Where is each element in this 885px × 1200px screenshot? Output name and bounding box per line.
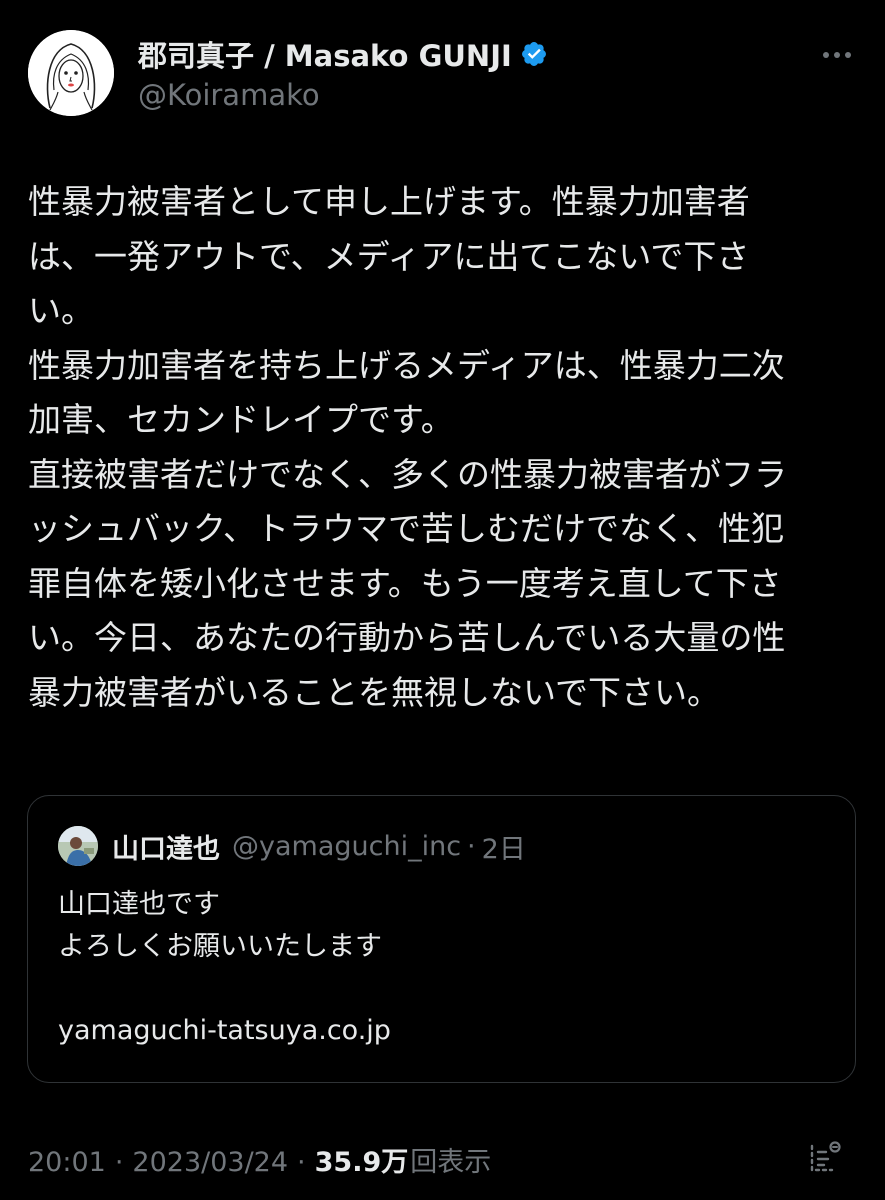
tweet-text: 性暴力被害者として申し上げます。性暴力加害者 は、一発アウトで、メディアに出てこ… (28, 175, 858, 720)
tweet-meta: 20:01 · 2023/03/24 · 35.9万 回表示 (28, 1140, 491, 1179)
tweet-text-line: 性暴力加害者を持ち上げるメディアは、性暴力二次 (28, 345, 785, 385)
views-count[interactable]: 35.9万 (315, 1140, 409, 1179)
author-name-row[interactable]: 郡司真子 / Masako GUNJI (138, 32, 550, 76)
meta-separator: · (297, 1147, 306, 1178)
quoted-tweet-header: 山口達也 @yamaguchi_inc · 2日 (112, 826, 526, 866)
quoted-text-line (58, 968, 391, 1010)
tweet-text-line: 罪自体を矮小化させます。もう一度考え直して下さ (28, 563, 782, 603)
tweet-text-line: い。 (28, 291, 94, 330)
tweet-date[interactable]: 2023/03/24 (132, 1147, 288, 1178)
tweet-text-line: ッシュバック、トラウマで苦しむだけでなく、性犯 (28, 509, 785, 548)
quoted-tweet-text: 山口達也です よろしくお願いいたします yamaguchi-tatsuya.co… (58, 884, 391, 1052)
quoted-author-handle[interactable]: @yamaguchi_inc (232, 831, 461, 862)
meta-separator: · (114, 1147, 124, 1178)
quoted-link[interactable]: yamaguchi-tatsuya.co.jp (58, 1010, 391, 1052)
tweet-text-line: い。今日、あなたの行動から苦しんでいる大量の性 (28, 618, 786, 657)
author-handle[interactable]: @Koiramako (138, 78, 320, 112)
quoted-tweet-card[interactable]: 山口達也 @yamaguchi_inc · 2日 山口達也です よろしくお願いい… (27, 795, 856, 1083)
quoted-timestamp[interactable]: 2日 (482, 827, 526, 866)
quoted-author-avatar[interactable] (58, 826, 98, 866)
more-horizontal-icon (823, 52, 829, 58)
verified-badge-icon (520, 39, 550, 69)
quoted-text-line: よろしくお願いいたします (58, 931, 382, 962)
tweet-text-line: 直接被害者だけでなく、多くの性暴力被害者がフラ (28, 454, 787, 494)
quoted-author-name[interactable]: 山口達也 (112, 827, 220, 866)
tweet-text-line: 性暴力被害者として申し上げます。性暴力加害者 (28, 182, 750, 221)
tweet-text-line: は、一発アウトで、メディアに出てこないで下さ (28, 236, 750, 276)
quoted-separator: · (467, 830, 476, 862)
tweet-text-line: 暴力被害者がいることを無視しないで下さい。 (28, 672, 721, 712)
more-options-button[interactable] (815, 40, 859, 70)
tweet-time[interactable]: 20:01 (28, 1147, 106, 1178)
views-label: 回表示 (410, 1147, 492, 1178)
quoted-text-line: 山口達也です (58, 889, 220, 920)
analytics-icon[interactable] (804, 1138, 844, 1178)
author-avatar[interactable] (28, 30, 114, 116)
author-display-name[interactable]: 郡司真子 / Masako GUNJI (138, 33, 512, 75)
tweet-text-line: 加害、セカンドレイプです。 (28, 400, 454, 439)
